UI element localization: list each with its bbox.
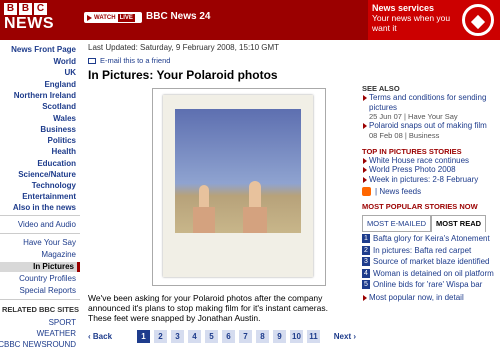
top-story-link[interactable]: Week in pictures: 2-8 February (362, 175, 500, 185)
see-also-link[interactable]: Terms and conditions for sending picture… (362, 93, 500, 112)
nav-wales[interactable]: Wales (53, 114, 76, 123)
back-label: Back (92, 332, 113, 341)
polaroid-photo (163, 95, 313, 277)
page-2[interactable]: 2 (154, 330, 167, 343)
page-4[interactable]: 4 (188, 330, 201, 343)
nav-divider (0, 299, 80, 300)
services-text: Your news when you want it (372, 13, 451, 33)
page-1[interactable]: 1 (137, 330, 150, 343)
news-feeds-link[interactable]: | News feeds (362, 187, 500, 197)
play-icon (87, 14, 92, 21)
related-sites-heading: RELATED BBC SITES (2, 305, 79, 314)
page-7[interactable]: 7 (239, 330, 252, 343)
popular-item[interactable]: 5 Online bids for 'rare' Wispa bar (362, 280, 500, 290)
nav-england[interactable]: England (44, 80, 76, 89)
nav-education[interactable]: Education (37, 159, 76, 168)
logo-letter: B (4, 3, 17, 15)
nav-northern-ireland[interactable]: Northern Ireland (14, 91, 76, 100)
page-6[interactable]: 6 (222, 330, 235, 343)
selected-marker (77, 262, 80, 272)
nav-also-in-the-news[interactable]: Also in the news (13, 203, 76, 212)
popular-item[interactable]: 2 In pictures: Bafta red carpet (362, 245, 500, 256)
nav-country-profiles[interactable]: Country Profiles (19, 274, 76, 283)
nav-special-reports[interactable]: Special Reports (20, 286, 76, 295)
watch-label: WATCH (94, 14, 116, 21)
nav-have-your-say[interactable]: Have Your Say (23, 238, 76, 247)
see-also-date: 25 Jun 07 | Have Your Say (369, 112, 458, 121)
page-5[interactable]: 5 (205, 330, 218, 343)
news-services-panel[interactable]: News services Your news when you want it (368, 0, 500, 40)
nav-health[interactable]: Health (52, 147, 76, 156)
photo-frame (152, 88, 326, 286)
nav-science-nature[interactable]: Science/Nature (18, 170, 76, 179)
tab-most-emailed[interactable]: MOST E-MAILED (362, 215, 432, 233)
globe-icon (462, 4, 494, 36)
page-8[interactable]: 8 (256, 330, 269, 343)
page-title: In Pictures: Your Polaroid photos (88, 68, 278, 82)
top-story-link[interactable]: White House race continues (362, 156, 500, 166)
nav-world[interactable]: World (53, 57, 76, 66)
live-label: LIVE (117, 13, 135, 22)
page-3[interactable]: 3 (171, 330, 184, 343)
bbc-news-logo[interactable]: B B C NEWS (4, 3, 62, 36)
nav-divider (0, 233, 80, 234)
popular-tabs: MOST E-MAILED MOST READ (362, 215, 500, 233)
masthead: B B C NEWS WATCH LIVE BBC News 24 News s… (0, 0, 500, 40)
nav-news-front-page[interactable]: News Front Page (11, 45, 76, 54)
channel-title[interactable]: BBC News 24 (146, 11, 210, 22)
feet-beach-photo (175, 109, 301, 233)
popular-item[interactable]: 3 Source of market blaze identified (362, 257, 500, 267)
email-link-label: E-mail this to a friend (100, 56, 171, 65)
nav-uk[interactable]: UK (64, 68, 76, 77)
nav-cbbc-newsround[interactable]: CBBC NEWSROUND (0, 340, 76, 349)
top-stories-heading: TOP IN PICTURES STORIES (362, 146, 462, 156)
most-popular-detail-link[interactable]: Most popular now, in detail (362, 293, 500, 303)
nav-business[interactable]: Business (40, 125, 76, 134)
next-link[interactable]: Next › (334, 332, 356, 341)
logo-letter: C (34, 3, 47, 15)
left-navigation: News Front Page World UK England Norther… (0, 40, 80, 350)
top-story-link[interactable]: World Press Photo 2008 (362, 165, 500, 175)
see-also-heading: SEE ALSO (362, 84, 400, 93)
rss-icon (362, 187, 371, 197)
page-9[interactable]: 9 (273, 330, 286, 343)
see-also-date: 08 Feb 08 | Business (369, 130, 440, 140)
popular-item[interactable]: 1 Bafta glory for Keira's Atonement (362, 234, 500, 244)
left-foot (199, 185, 209, 209)
watch-live-button[interactable]: WATCH LIVE (84, 12, 142, 23)
nav-scotland[interactable]: Scotland (42, 102, 76, 111)
page-10[interactable]: 10 (290, 330, 303, 343)
right-leg (243, 207, 267, 233)
email-link[interactable]: E-mail this to a friend (88, 56, 170, 65)
logo-word: NEWS (4, 15, 54, 32)
popular-item[interactable]: 4 Woman is detained on oil platform (362, 268, 500, 279)
left-leg (193, 207, 215, 233)
nav-technology[interactable]: Technology (32, 181, 76, 190)
news-feeds-label: News feeds (379, 187, 422, 196)
photo-caption: We've been asking for your Polaroid phot… (88, 293, 328, 323)
nav-magazine[interactable]: Magazine (41, 250, 76, 259)
nav-politics[interactable]: Politics (48, 136, 76, 145)
right-foot (249, 181, 261, 209)
logo-letter: B (19, 3, 32, 15)
page-11[interactable]: 11 (307, 330, 320, 343)
nav-in-pictures[interactable]: In Pictures (33, 262, 74, 271)
right-column: SEE ALSO Terms and conditions for sendin… (362, 84, 500, 302)
envelope-icon (88, 57, 96, 64)
last-updated: Last Updated: Saturday, 9 February 2008,… (88, 43, 280, 52)
most-popular-heading: MOST POPULAR STORIES NOW (362, 202, 478, 212)
nav-weather[interactable]: WEATHER (37, 329, 76, 338)
back-link[interactable]: ‹ Back (88, 332, 112, 341)
next-label: Next (333, 332, 352, 341)
nav-sport[interactable]: SPORT (49, 318, 76, 327)
nav-divider (0, 215, 80, 216)
tab-most-read[interactable]: MOST READ (431, 215, 487, 233)
see-also-link[interactable]: Polaroid snaps out of making film (362, 121, 500, 131)
nav-video-and-audio[interactable]: Video and Audio (18, 220, 76, 229)
pagination: ‹ Back 1 2 3 4 5 6 7 8 9 10 11 Next › (88, 329, 356, 345)
nav-entertainment[interactable]: Entertainment (22, 192, 76, 201)
